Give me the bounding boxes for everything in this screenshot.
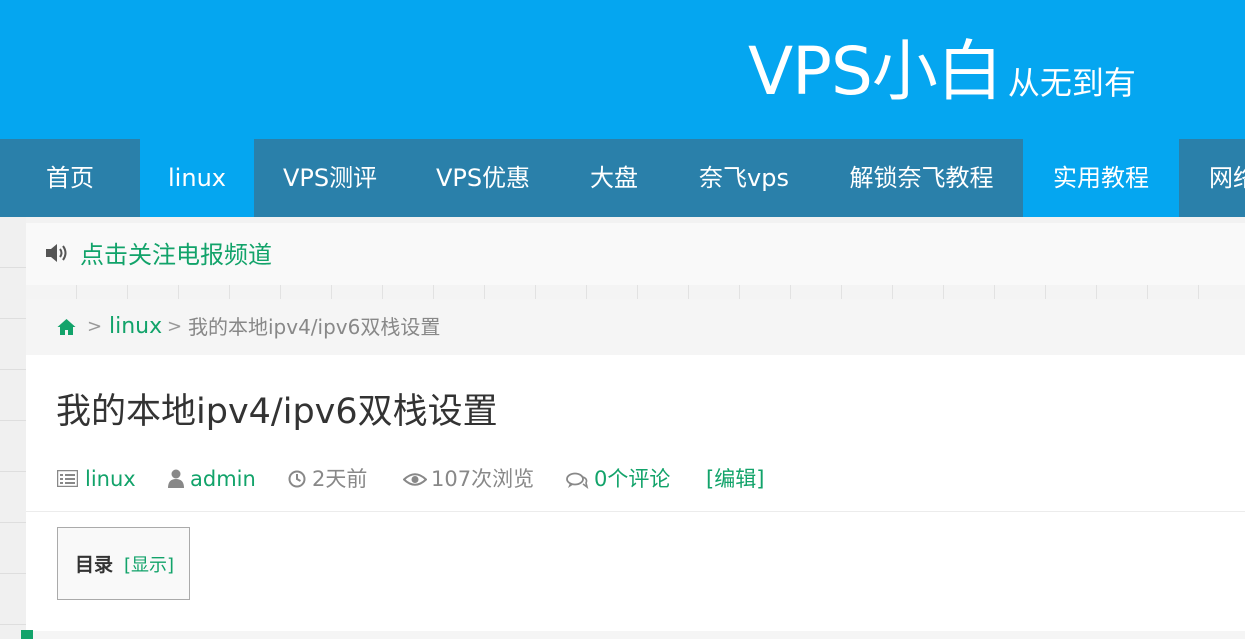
site-subtitle: 从无到有: [1007, 64, 1136, 102]
list-icon: [57, 470, 78, 487]
meta-divider: [26, 511, 1245, 512]
site-header: VPS小白 从无到有: [0, 0, 1245, 139]
site-logo[interactable]: VPS小白 从无到有: [748, 30, 1136, 114]
scroll-marker: [21, 630, 33, 639]
meta-time-text: 2天前: [312, 467, 368, 491]
site-title[interactable]: VPS小白: [748, 30, 1003, 114]
speaker-icon: [46, 244, 67, 262]
breadcrumb-category-link[interactable]: linux: [109, 313, 162, 341]
article: 我的本地ipv4/ipv6双栈设置 linux admin 2天前 107次浏览: [26, 355, 1245, 639]
eye-icon: [403, 473, 427, 486]
sidebar-gutter: [0, 217, 26, 639]
nav-item-network[interactable]: 网络: [1179, 139, 1245, 217]
meta-views-text: 107次浏览: [431, 467, 535, 491]
meta-category-link[interactable]: linux: [85, 463, 136, 495]
user-icon: [168, 469, 184, 488]
article-title: 我的本地ipv4/ipv6双栈设置: [56, 392, 498, 432]
main-nav: 首页 linux VPS测评 VPS优惠 大盘 奈飞vps 解锁奈飞教程 实用教…: [0, 139, 1245, 217]
content-bottom-strip: [26, 631, 1245, 639]
table-of-contents: 目录 [显示]: [57, 527, 190, 600]
breadcrumb-current: 我的本地ipv4/ipv6双栈设置: [188, 315, 441, 339]
nav-item-netflix-unlock[interactable]: 解锁奈飞教程: [820, 139, 1023, 217]
nav-item-home[interactable]: 首页: [0, 139, 140, 217]
toc-toggle-link[interactable]: [显示]: [124, 553, 174, 579]
nav-item-netflix-vps[interactable]: 奈飞vps: [668, 139, 820, 217]
meta-comments-link[interactable]: 0个评论: [594, 463, 670, 495]
breadcrumb-separator: >: [167, 316, 183, 337]
comments-icon: [566, 472, 589, 489]
breadcrumb: > linux > 我的本地ipv4/ipv6双栈设置: [26, 299, 1245, 355]
home-icon[interactable]: [57, 318, 76, 336]
nav-item-market[interactable]: 大盘: [560, 139, 668, 217]
meta-author-link[interactable]: admin: [190, 463, 256, 495]
nav-item-linux[interactable]: linux: [140, 139, 254, 217]
breadcrumb-separator: >: [87, 316, 103, 337]
nav-item-vps-review[interactable]: VPS测评: [254, 139, 406, 217]
nav-item-tutorials[interactable]: 实用教程: [1023, 139, 1179, 217]
notice-link[interactable]: 点击关注电报频道: [80, 239, 272, 271]
edit-link[interactable]: [编辑]: [706, 463, 764, 495]
toc-title: 目录: [75, 554, 114, 576]
clock-icon: [288, 470, 306, 488]
notice-bar: 点击关注电报频道: [26, 223, 1245, 285]
nav-item-vps-deals[interactable]: VPS优惠: [406, 139, 560, 217]
decorative-divider: [26, 285, 1245, 299]
